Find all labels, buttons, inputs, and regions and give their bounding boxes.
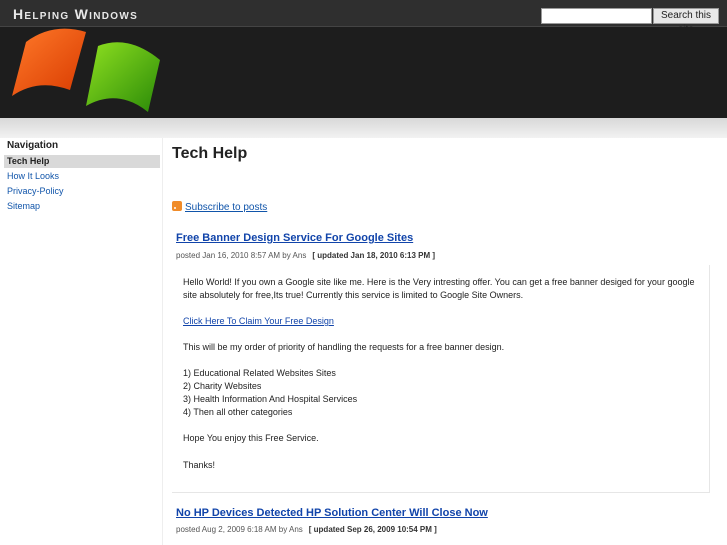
post-paragraph: Hope You enjoy this Free Service. xyxy=(183,433,319,443)
sidebar-divider xyxy=(162,138,163,545)
search-button[interactable]: Search this site xyxy=(653,8,719,35)
sidebar-item-tech-help[interactable]: Tech Help xyxy=(4,155,160,168)
post-paragraph-link: Click Here To Claim Your Free Design xyxy=(183,315,703,328)
site-title[interactable]: Helping Windows xyxy=(13,6,138,22)
list-item: 2) Charity Websites xyxy=(183,381,262,391)
post-title-2[interactable]: No HP Devices Detected HP Solution Cente… xyxy=(176,507,488,519)
sidebar-item-privacy-policy[interactable]: Privacy-Policy xyxy=(4,185,160,198)
sidebar: Navigation Tech Help How It Looks Privac… xyxy=(4,140,160,215)
post-paragraph: Thanks! xyxy=(183,460,216,470)
subscribe-link[interactable]: Subscribe to posts xyxy=(185,202,267,213)
post-updated-1: [ updated Jan 18, 2010 6:13 PM ] xyxy=(312,251,436,260)
post-meta-1: posted Jan 16, 2010 8:57 AM by Ans [ upda… xyxy=(176,251,435,260)
page-title: Tech Help xyxy=(172,145,248,162)
subscribe: Subscribe to posts xyxy=(172,201,267,213)
list-item: 4) Then all other categories xyxy=(183,407,293,417)
post-posted-1: posted Jan 16, 2010 8:57 AM by Ans xyxy=(176,251,307,260)
banner-shadow xyxy=(0,118,727,138)
top-bar: Helping Windows Search this site xyxy=(0,0,727,35)
claim-free-design-link[interactable]: Click Here To Claim Your Free Design xyxy=(183,316,334,326)
navigation-heading: Navigation xyxy=(7,140,59,151)
post-updated-2: [ updated Sep 26, 2009 10:54 PM ] xyxy=(308,525,437,534)
post-paragraph: Hello World! If you own a Google site li… xyxy=(183,277,695,300)
post-title-1[interactable]: Free Banner Design Service For Google Si… xyxy=(176,232,413,244)
rss-icon[interactable] xyxy=(172,201,182,211)
list-item: 3) Health Information And Hospital Servi… xyxy=(183,394,358,404)
search-input[interactable] xyxy=(541,8,652,24)
sidebar-item-how-it-looks[interactable]: How It Looks xyxy=(4,170,160,183)
post-paragraph: This will be my order of priority of han… xyxy=(183,342,505,352)
post-meta-2: posted Aug 2, 2009 6:18 AM by Ans [ updat… xyxy=(176,525,437,534)
post-posted-2: posted Aug 2, 2009 6:18 AM by Ans xyxy=(176,525,303,534)
windows-logo-icon[interactable] xyxy=(8,28,168,116)
sidebar-item-sitemap[interactable]: Sitemap xyxy=(4,200,160,213)
list-item: 1) Educational Related Websites Sites xyxy=(183,368,336,378)
